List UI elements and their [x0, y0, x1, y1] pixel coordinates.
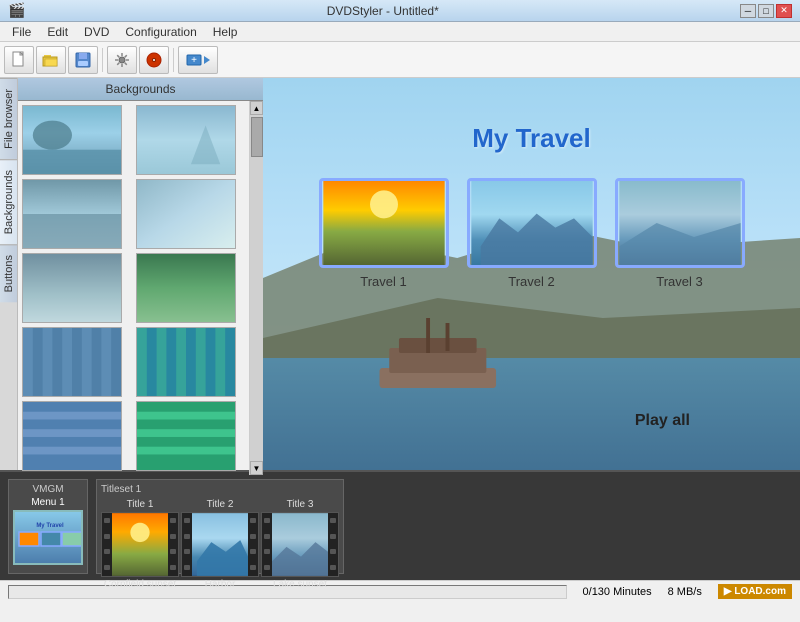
maximize-button[interactable]: □	[758, 4, 774, 18]
close-button[interactable]: ✕	[776, 4, 792, 18]
preview-thumbs: Travel 1 Travel 2	[263, 178, 800, 289]
menu-edit[interactable]: Edit	[39, 23, 76, 41]
film-title1-label: Title 1	[127, 499, 154, 510]
play-all-label: Play all	[635, 412, 690, 430]
new-icon	[10, 51, 28, 69]
background-thumb-2[interactable]	[136, 105, 236, 175]
minimize-button[interactable]: ─	[740, 4, 756, 18]
film-title3-image	[272, 513, 328, 576]
add-button[interactable]: +	[178, 46, 218, 74]
settings-icon	[113, 51, 131, 69]
background-thumb-6[interactable]	[136, 253, 236, 323]
menu-configuration[interactable]: Configuration	[117, 23, 204, 41]
film-title3-perfs-left	[262, 513, 272, 576]
time-progress: 0/130 Minutes	[583, 586, 652, 598]
thumb-travel3[interactable]: Travel 3	[615, 178, 745, 289]
panel-header: Backgrounds	[18, 78, 263, 101]
background-thumb-7[interactable]	[22, 327, 122, 397]
scroll-down-button[interactable]: ▼	[250, 461, 263, 475]
window-title: DVDStyler - Untitled*	[25, 4, 740, 18]
size-indicator: 8 MB/s	[668, 586, 702, 598]
svg-text:My Travel: My Travel	[36, 523, 64, 529]
new-button[interactable]	[4, 46, 34, 74]
menu-help[interactable]: Help	[205, 23, 246, 41]
preview-title: My Travel	[263, 123, 800, 154]
menu-bar: File Edit DVD Configuration Help	[0, 22, 800, 42]
burn-button[interactable]	[139, 46, 169, 74]
thumb-travel1-label: Travel 1	[360, 274, 406, 289]
burn-icon	[145, 51, 163, 69]
film-title1-image	[112, 513, 168, 576]
vmgm-section: VMGM Menu 1 My Travel	[8, 479, 88, 574]
background-thumb-3[interactable]	[22, 179, 122, 249]
window-controls: ─ □ ✕	[740, 4, 792, 18]
svg-text:+: +	[191, 55, 197, 66]
menu-file[interactable]: File	[4, 23, 39, 41]
watermark: ▶ LOAD.com	[718, 584, 792, 599]
preview-area: My Travel Travel 1	[263, 78, 800, 470]
background-thumb-4[interactable]	[136, 179, 236, 249]
film-title3[interactable]: Title 3 Lak	[261, 499, 339, 590]
toolbar: +	[0, 42, 800, 78]
sidebar-tabs: File browser Backgrounds Buttons	[0, 78, 18, 470]
thumb-travel1-frame	[319, 178, 449, 268]
thumb-travel1[interactable]: Travel 1	[319, 178, 449, 289]
tab-buttons[interactable]: Buttons	[0, 244, 17, 302]
filmstrip-area: VMGM Menu 1 My Travel Titleset 1 Title 1	[0, 470, 800, 580]
scroll-up-button[interactable]: ▲	[250, 101, 263, 115]
open-icon	[42, 51, 60, 69]
thumb-travel3-frame	[615, 178, 745, 268]
scroll-thumb[interactable]	[251, 117, 263, 157]
film-title1-caption: Cornfield sunset	[104, 579, 176, 590]
thumb-travel2[interactable]: Travel 2	[467, 178, 597, 289]
film-title2-caption: Harbor	[205, 579, 236, 590]
menu-dvd[interactable]: DVD	[76, 23, 117, 41]
open-button[interactable]	[36, 46, 66, 74]
thumb-travel2-frame	[467, 178, 597, 268]
titleset-label: Titleset 1	[101, 484, 339, 495]
film-title3-caption: Lake sunset	[273, 579, 327, 590]
settings-button[interactable]	[107, 46, 137, 74]
film-perfs-left	[102, 513, 112, 576]
film-title2-label: Title 2	[207, 499, 234, 510]
film-title2-perfs-right	[248, 513, 258, 576]
film-title3-label: Title 3	[287, 499, 314, 510]
film-title2-image	[192, 513, 248, 576]
save-icon	[74, 51, 92, 69]
film-title3-perfs-right	[328, 513, 338, 576]
thumb-travel3-label: Travel 3	[656, 274, 702, 289]
film-perfs-right	[168, 513, 178, 576]
app-icon: 🎬	[8, 2, 25, 19]
thumb-travel2-label: Travel 2	[508, 274, 554, 289]
title-bar: 🎬 DVDStyler - Untitled* ─ □ ✕	[0, 0, 800, 22]
tab-file-browser[interactable]: File browser	[0, 78, 17, 159]
background-thumb-10[interactable]	[136, 401, 236, 471]
film-title1-strip	[101, 512, 179, 577]
scroll-track	[250, 115, 263, 461]
film-title2-strip	[181, 512, 259, 577]
backgrounds-grid	[18, 101, 249, 475]
film-title2[interactable]: Title 2 Har	[181, 499, 259, 590]
background-thumb-9[interactable]	[22, 401, 122, 471]
tab-backgrounds[interactable]: Backgrounds	[0, 159, 17, 244]
save-button[interactable]	[68, 46, 98, 74]
vmgm-menu-thumb[interactable]: My Travel	[13, 510, 83, 565]
background-thumb-8[interactable]	[136, 327, 236, 397]
vmgm-label: VMGM	[32, 484, 63, 495]
film-title1[interactable]: Title 1 Cor	[101, 499, 179, 590]
separator-1	[102, 48, 103, 72]
add-icon: +	[186, 51, 210, 69]
filmstrip-row: Title 1 Cor	[101, 499, 339, 590]
sidebar-wrapper: File browser Backgrounds Buttons Backgro…	[0, 78, 263, 470]
background-thumb-1[interactable]	[22, 105, 122, 175]
backgrounds-panel: Backgrounds	[18, 78, 263, 470]
titleset-section: Titleset 1 Title 1	[96, 479, 344, 574]
film-title2-perfs-left	[182, 513, 192, 576]
scrollbar[interactable]: ▲ ▼	[249, 101, 263, 475]
background-thumb-5[interactable]	[22, 253, 122, 323]
film-title3-strip	[261, 512, 339, 577]
vmgm-menu-label: Menu 1	[31, 497, 64, 508]
main-area: File browser Backgrounds Buttons Backgro…	[0, 78, 800, 470]
separator-2	[173, 48, 174, 72]
